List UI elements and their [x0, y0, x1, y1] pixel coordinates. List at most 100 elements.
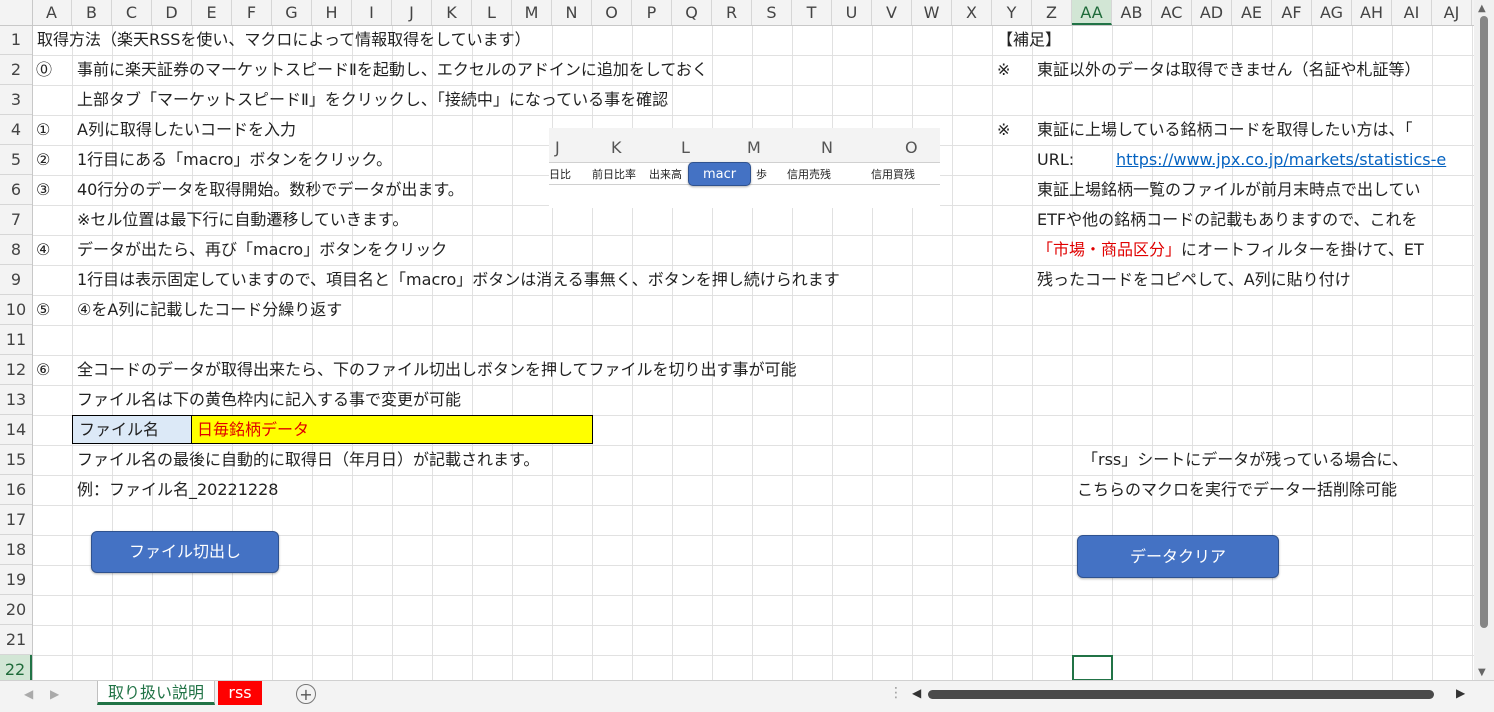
tab-rss[interactable]: rss	[218, 681, 262, 705]
row-header-19[interactable]: 19	[0, 565, 32, 595]
row-header-13[interactable]: 13	[0, 385, 32, 415]
row-header-10[interactable]: 10	[0, 295, 32, 325]
select-all-corner[interactable]	[0, 0, 33, 26]
embedded-screenshot[interactable]: J K L M N O 日比 前日比率 出来高 歩 信用売残 信用買残 macr	[549, 128, 940, 208]
notes-url-link[interactable]: https://www.jpx.co.jp/markets/statistics…	[1116, 145, 1446, 175]
row-header-2[interactable]: 2	[0, 55, 32, 85]
column-header-ah[interactable]: AH	[1352, 0, 1392, 25]
horizontal-scroll-thumb[interactable]	[928, 690, 1434, 699]
splitter-handle-icon[interactable]: ⋮	[889, 685, 903, 701]
row-header-9[interactable]: 9	[0, 265, 32, 295]
column-header-j[interactable]: J	[392, 0, 432, 25]
selected-cell[interactable]	[1072, 655, 1113, 680]
column-header-o[interactable]: O	[592, 0, 632, 25]
tab-prev-icon[interactable]: ◀	[24, 687, 33, 701]
row-header-7[interactable]: 7	[0, 205, 32, 235]
vertical-scrollbar[interactable]: ▲ ▼	[1474, 0, 1494, 685]
column-header-s[interactable]: S	[752, 0, 792, 25]
row-header-17[interactable]: 17	[0, 505, 32, 535]
column-header-a[interactable]: A	[32, 0, 72, 25]
notes-line-8: 「市場・商品区分」にオートフィルターを掛けて、ET	[1037, 235, 1424, 265]
row-header-20[interactable]: 20	[0, 595, 32, 625]
cell-filename-example: 例：ファイル名_20221228	[77, 480, 279, 499]
column-header-d[interactable]: D	[152, 0, 192, 25]
vertical-scroll-thumb[interactable]	[1480, 16, 1488, 628]
scroll-up-icon[interactable]: ▲	[1478, 3, 1486, 14]
column-header-f[interactable]: F	[232, 0, 272, 25]
picture-label-5: 信用売残	[787, 168, 831, 181]
row-header-6[interactable]: 6	[0, 175, 32, 205]
row-header-21[interactable]: 21	[0, 625, 32, 655]
picture-label-2: 前日比率	[592, 168, 636, 181]
column-header-i[interactable]: I	[352, 0, 392, 25]
notes-url-label: URL:	[1037, 150, 1075, 169]
notes-mark-1: ※	[997, 60, 1011, 79]
cell-step-2: 1行目にある「macro」ボタンをクリック。	[77, 150, 393, 169]
picture-col-l: L	[681, 138, 690, 157]
cell-filename-note: ファイル名の最後に自動的に取得日（年月日）が記載されます。	[77, 450, 540, 469]
row-header-18[interactable]: 18	[0, 535, 32, 565]
notes-line-7: ETFや他の銘柄コードの記載もありますので、これを	[1037, 210, 1418, 229]
column-header-z[interactable]: Z	[1032, 0, 1072, 25]
cell-step-4b: 1行目は表示固定していますので、項目名と「macro」ボタンは消える事無く、ボタ…	[77, 270, 840, 289]
column-header-n[interactable]: N	[552, 0, 592, 25]
column-header-h[interactable]: H	[312, 0, 352, 25]
column-header-v[interactable]: V	[872, 0, 912, 25]
data-clear-button[interactable]: データクリア	[1077, 535, 1279, 578]
cell-step-6b: ファイル名は下の黄色枠内に記入する事で変更が可能	[77, 390, 462, 409]
column-header-t[interactable]: T	[792, 0, 832, 25]
column-header-aj[interactable]: AJ	[1432, 0, 1472, 25]
column-header-p[interactable]: P	[632, 0, 672, 25]
column-header-q[interactable]: Q	[672, 0, 712, 25]
row-header-15[interactable]: 15	[0, 445, 32, 475]
scroll-left-icon[interactable]: ◀	[912, 686, 921, 700]
row-header-1[interactable]: 1	[0, 25, 32, 55]
tab-next-icon[interactable]: ▶	[50, 687, 59, 701]
column-header-u[interactable]: U	[832, 0, 872, 25]
column-header-g[interactable]: G	[272, 0, 312, 25]
column-header-ai[interactable]: AI	[1392, 0, 1432, 25]
column-header-ad[interactable]: AD	[1192, 0, 1232, 25]
column-header-ae[interactable]: AE	[1232, 0, 1272, 25]
row-header-14[interactable]: 14	[0, 415, 32, 445]
add-sheet-icon[interactable]: +	[296, 684, 316, 704]
picture-label-6: 信用買残	[871, 168, 915, 181]
row-header-12[interactable]: 12	[0, 355, 32, 385]
tab-instructions[interactable]: 取り扱い説明	[97, 681, 215, 705]
column-header-y[interactable]: Y	[992, 0, 1032, 25]
cell-step-0b: 上部タブ「マーケットスピードⅡ」をクリックし、「接続中」になっている事を確認	[77, 90, 669, 109]
export-file-button[interactable]: ファイル切出し	[91, 531, 279, 573]
row-header-5[interactable]: 5	[0, 145, 32, 175]
column-header-m[interactable]: M	[512, 0, 552, 25]
column-header-ag[interactable]: AG	[1312, 0, 1352, 25]
column-header-ac[interactable]: AC	[1152, 0, 1192, 25]
filename-input[interactable]: 日毎銘柄データ	[192, 415, 593, 444]
column-header-af[interactable]: AF	[1272, 0, 1312, 25]
row-header-8[interactable]: 8	[0, 235, 32, 265]
picture-col-j: J	[555, 138, 560, 157]
scroll-down-icon[interactable]: ▼	[1478, 667, 1486, 678]
column-header-w[interactable]: W	[912, 0, 952, 25]
row-header-11[interactable]: 11	[0, 325, 32, 355]
step-mark-6: ⑥	[36, 360, 51, 379]
column-header-aa[interactable]: AA	[1072, 0, 1112, 25]
column-header-k[interactable]: K	[432, 0, 472, 25]
column-header-c[interactable]: C	[112, 0, 152, 25]
row-header-16[interactable]: 16	[0, 475, 32, 505]
cell-step-3b: ※セル位置は最下行に自動遷移していきます。	[77, 210, 409, 229]
step-mark-4: ④	[36, 240, 51, 259]
cell-step-0: 事前に楽天証券のマーケットスピードⅡを起動し、エクセルのアドインに追加をしておく	[77, 60, 708, 79]
column-header-e[interactable]: E	[192, 0, 232, 25]
picture-header	[549, 128, 940, 163]
column-header-r[interactable]: R	[712, 0, 752, 25]
column-header-b[interactable]: B	[72, 0, 112, 25]
row-header-3[interactable]: 3	[0, 85, 32, 115]
column-header-x[interactable]: X	[952, 0, 992, 25]
column-header-ab[interactable]: AB	[1112, 0, 1152, 25]
sheet-grid[interactable]: 取得方法（楽天RSSを使い、マクロによって情報取得をしています） ⓪ 事前に楽天…	[0, 0, 1474, 680]
picture-col-k: K	[611, 138, 622, 157]
column-header-l[interactable]: L	[472, 0, 512, 25]
scroll-right-icon[interactable]: ▶	[1456, 686, 1465, 700]
row-header-4[interactable]: 4	[0, 115, 32, 145]
picture-label-4: 歩	[756, 168, 767, 181]
